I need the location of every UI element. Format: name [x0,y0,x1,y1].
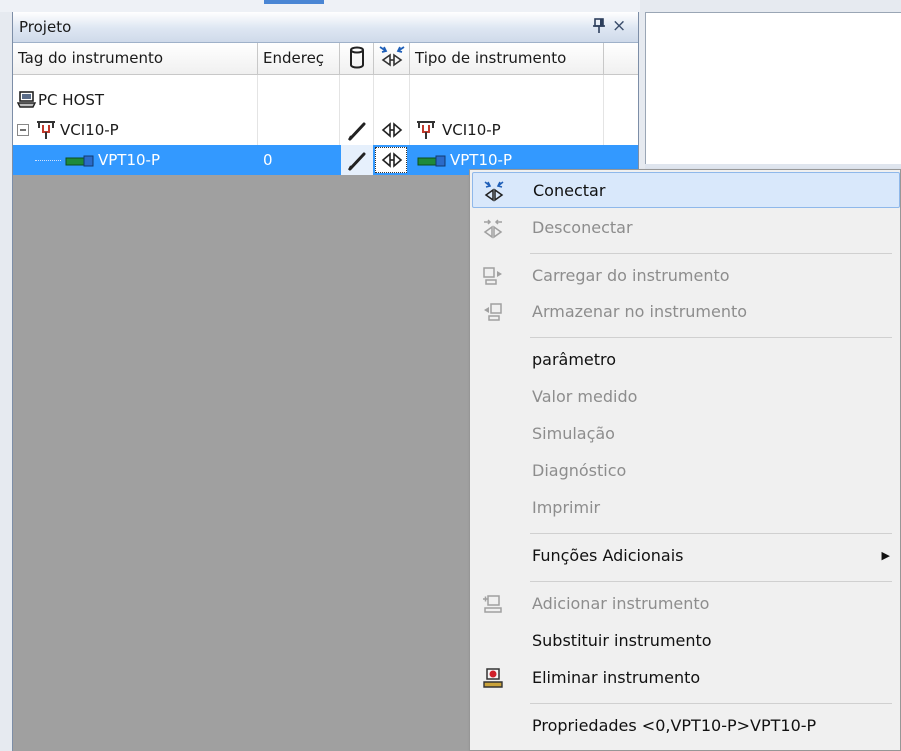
menu-item-simulation[interactable]: Simulação [472,416,900,452]
table-row-vci10[interactable]: VCI10-P VCI10-P [13,115,638,145]
header-type[interactable]: Tipo de instrumento [410,43,604,74]
menu-item-parameter[interactable]: parâmetro [472,342,900,378]
menu-item-label: Eliminar instrumento [532,668,701,687]
cylinder-icon [350,46,364,69]
row-tag: VPT10-P [98,151,161,169]
table-row-pc-host[interactable]: PC HOST [13,85,638,115]
collapse-icon[interactable] [17,124,29,136]
header-filler [604,43,638,74]
menu-item-label: Propriedades <0,VPT10-P>VPT10-P [532,716,817,735]
upload-icon [483,267,502,285]
menu-item-label: Desconectar [532,218,633,237]
menu-item-label: Armazenar no instrumento [532,302,748,321]
top-strip [0,0,640,12]
header-storage[interactable] [340,43,374,74]
menu-item-properties[interactable]: Propriedades <0,VPT10-P>VPT10-P [472,708,900,744]
menu-separator [530,337,892,338]
menu-item-additional-functions[interactable]: Funções Adicionais ▶ [472,538,900,574]
device-grid: Tag do instrumento Endereç Tipo de instr… [13,43,638,175]
panel-title-bar: Projeto × [13,12,638,43]
row-tag: PC HOST [38,91,105,109]
disconnect-icon [483,219,503,239]
menu-item-delete-device[interactable]: Eliminar instrumento [472,660,900,696]
connection-cell[interactable] [375,147,407,173]
menu-separator [530,703,892,704]
menu-item-measured-value[interactable]: Valor medido [472,379,900,415]
vpt-type-icon [417,155,446,167]
row-type: VCI10-P [442,121,501,139]
edit-pen-icon[interactable] [347,120,369,142]
document-pane [645,12,901,164]
menu-separator [530,533,892,534]
menu-separator [530,253,892,254]
menu-item-print[interactable]: Imprimir [472,490,900,526]
menu-item-download[interactable]: Armazenar no instrumento [472,294,900,330]
connect-status-icon [379,46,405,67]
edit-pen-icon[interactable] [347,150,369,172]
menu-item-label: parâmetro [532,350,617,369]
menu-item-label: Diagnóstico [532,461,627,480]
menu-item-disconnect[interactable]: Desconectar [472,210,900,246]
menu-item-label: Adicionar instrumento [532,594,710,613]
row-tag: VCI10-P [60,121,119,139]
download-icon [484,303,502,321]
pin-icon[interactable] [592,18,606,34]
grid-header: Tag do instrumento Endereç Tipo de instr… [13,43,638,75]
header-tag[interactable]: Tag do instrumento [13,43,258,74]
menu-separator [530,581,892,582]
panel-title: Projeto [19,18,72,36]
menu-item-label: Imprimir [532,498,601,517]
vpt-icon [65,155,94,167]
pc-host-icon [17,91,37,108]
connection-icon[interactable] [380,122,404,138]
add-device-icon [483,595,502,613]
menu-item-label: Valor medido [532,387,638,406]
menu-item-label: Funções Adicionais [532,546,684,565]
connect-icon [484,181,504,202]
connection-icon[interactable] [380,152,404,168]
tab-hint [264,0,324,4]
tree-connector [35,160,61,162]
header-address[interactable]: Endereç [258,43,340,74]
edit-cell[interactable] [341,145,373,175]
vci-icon [37,121,55,139]
submenu-arrow-icon: ▶ [881,549,890,562]
row-address: 0 [263,151,273,169]
close-icon[interactable]: × [612,16,626,36]
header-connection[interactable] [374,43,410,74]
context-menu: Conectar Desconectar Carregar do instrum… [469,169,901,751]
menu-item-diagnostics[interactable]: Diagnóstico [472,453,900,489]
menu-item-replace-device[interactable]: Substituir instrumento [472,623,900,659]
menu-item-label: Conectar [533,181,606,200]
menu-item-label: Substituir instrumento [532,631,712,650]
delete-device-icon [483,668,503,688]
menu-item-label: Carregar do instrumento [532,266,730,285]
vci-type-icon [417,121,435,139]
menu-item-upload[interactable]: Carregar do instrumento [472,258,900,294]
menu-item-connect[interactable]: Conectar [472,172,900,208]
menu-item-label: Simulação [532,424,615,443]
menu-item-add-device[interactable]: Adicionar instrumento [472,586,900,622]
